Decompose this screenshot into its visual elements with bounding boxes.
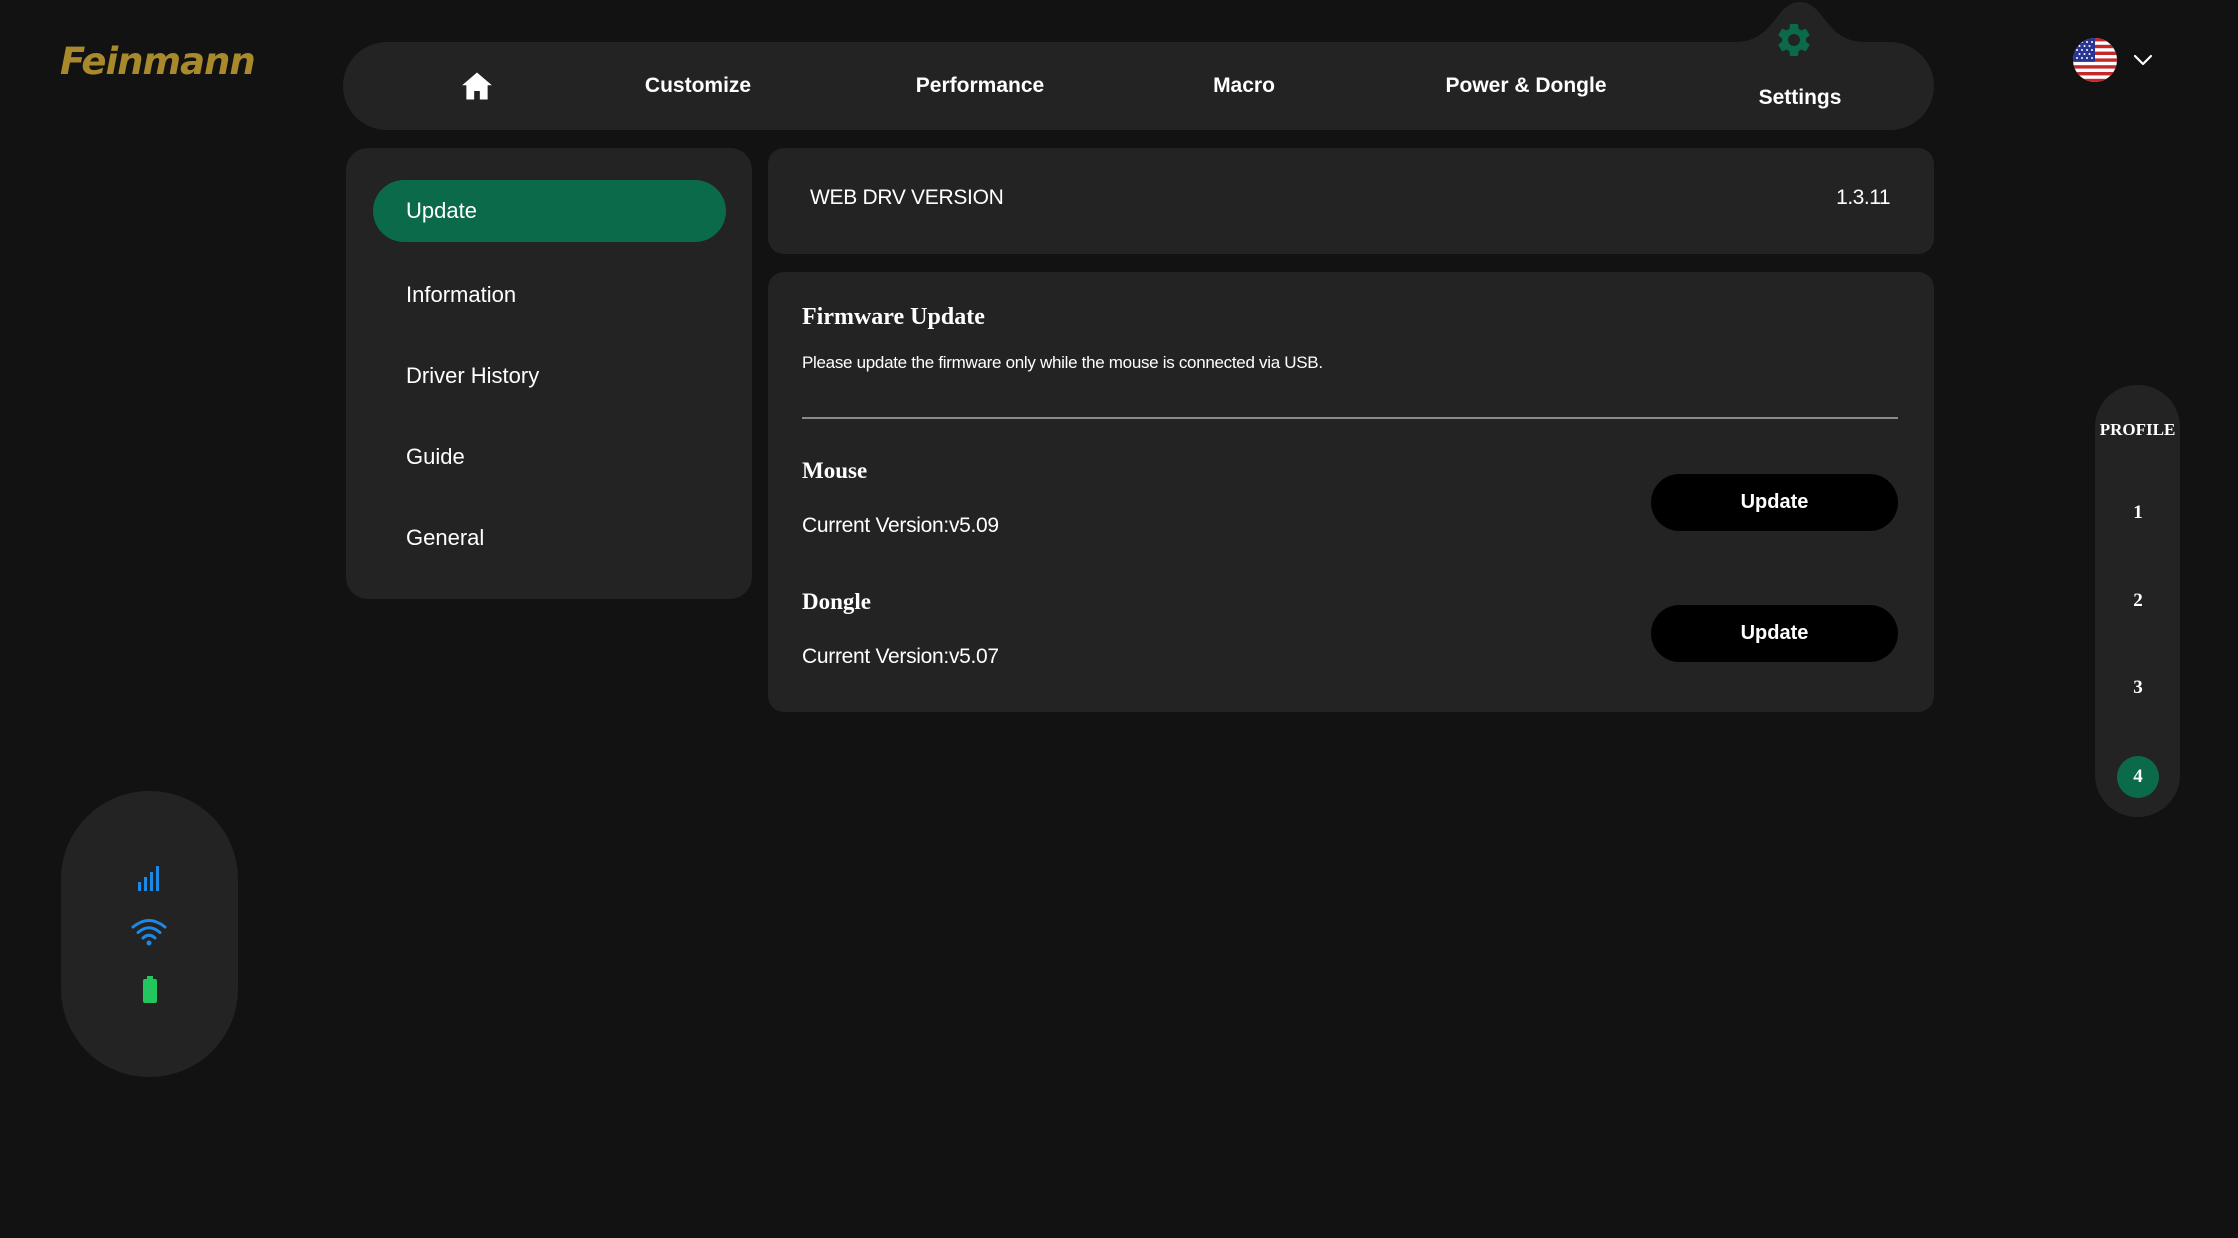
menu-item-guide[interactable]: Guide [373,426,726,488]
nav-macro[interactable]: Macro [1190,42,1298,130]
nav-customize[interactable]: Customize [620,42,776,130]
chevron-down-icon [2133,54,2153,66]
menu-item-driver-history[interactable]: Driver History [373,345,726,407]
nav-performance[interactable]: Performance [890,42,1070,130]
nav-power-dongle[interactable]: Power & Dongle [1430,42,1622,130]
us-flag-icon [2073,38,2117,82]
gear-icon [1778,23,1810,56]
dongle-current-version: Current Version:v5.07 [802,645,999,668]
mouse-current-version: Current Version:v5.09 [802,514,999,537]
signal-bars-icon [138,866,159,891]
menu-item-general[interactable]: General [373,507,726,569]
menu-item-information[interactable]: Information [373,264,726,326]
nav-settings[interactable]: Settings [1740,55,1860,141]
wifi-icon [131,919,167,946]
dongle-update-button[interactable]: Update [1651,605,1898,662]
battery-icon [143,976,157,1003]
brand-logo: Feinmann [60,40,256,83]
home-icon [462,72,492,100]
firmware-update-title: Firmware Update [802,304,985,330]
firmware-update-description: Please update the firmware only while th… [802,353,1323,372]
mouse-device-name: Mouse [802,458,868,483]
nav-home[interactable] [447,42,507,130]
profile-2[interactable]: 2 [2117,580,2159,622]
menu-item-update[interactable]: Update [373,180,726,242]
language-selector[interactable] [2073,36,2165,86]
profile-3[interactable]: 3 [2117,667,2159,709]
profile-label: PROFILE [2099,420,2176,439]
profile-4[interactable]: 4 [2117,756,2159,798]
top-navigation [343,42,1934,130]
dongle-device-name: Dongle [802,589,871,614]
mouse-update-button[interactable]: Update [1651,474,1898,531]
web-drv-version-value: 1.3.11 [1836,186,1890,209]
web-drv-version-label: WEB DRV VERSION [810,186,1004,209]
divider [802,417,1898,419]
profile-1[interactable]: 1 [2117,492,2159,534]
